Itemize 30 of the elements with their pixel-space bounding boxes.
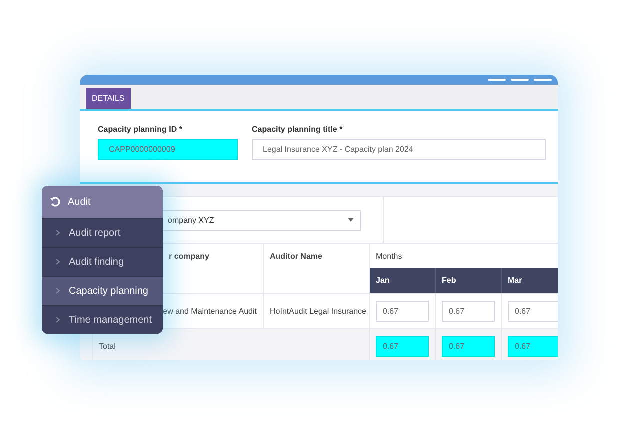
history-icon bbox=[50, 197, 60, 207]
text-field[interactable]: CAPP0000000009 bbox=[98, 139, 238, 160]
field-label: Capacity planning ID * bbox=[98, 125, 184, 134]
chevron-icon bbox=[56, 317, 60, 323]
details-tab[interactable]: DETAILS bbox=[86, 88, 131, 109]
text-field[interactable]: Legal Insurance XYZ - Capacity plan 2024 bbox=[252, 139, 546, 160]
menu-item[interactable]: Audit report bbox=[42, 218, 163, 247]
chevron-icon bbox=[56, 230, 60, 236]
chevron-icon bbox=[56, 288, 60, 294]
table-cell: Total bbox=[93, 328, 370, 360]
caret-icon bbox=[348, 218, 354, 222]
value-field[interactable]: 0.67 bbox=[442, 336, 495, 356]
value-field[interactable]: 0.67 bbox=[376, 336, 429, 356]
value-field[interactable]: 0.67 bbox=[508, 336, 558, 356]
menu-item[interactable]: Audit finding bbox=[42, 247, 163, 276]
month-header: Feb bbox=[436, 268, 502, 293]
column-header: Months bbox=[375, 251, 404, 263]
dash-icon bbox=[534, 79, 552, 81]
value-field[interactable]: 0.67 bbox=[508, 300, 558, 322]
value-field[interactable]: 0.67 bbox=[376, 300, 429, 322]
menu-title: Audit bbox=[68, 196, 91, 208]
month-header: Mar bbox=[502, 268, 558, 293]
menu-item[interactable]: Capacity planning bbox=[42, 276, 163, 305]
field-label: Capacity planning title * bbox=[252, 125, 344, 134]
menu-item[interactable]: Time management bbox=[42, 305, 163, 334]
dash-icon bbox=[511, 79, 529, 81]
dash-icon bbox=[488, 79, 506, 81]
value-field[interactable]: 0.67 bbox=[442, 300, 495, 322]
month-header: Jan bbox=[370, 268, 436, 293]
chevron-icon bbox=[56, 259, 60, 265]
